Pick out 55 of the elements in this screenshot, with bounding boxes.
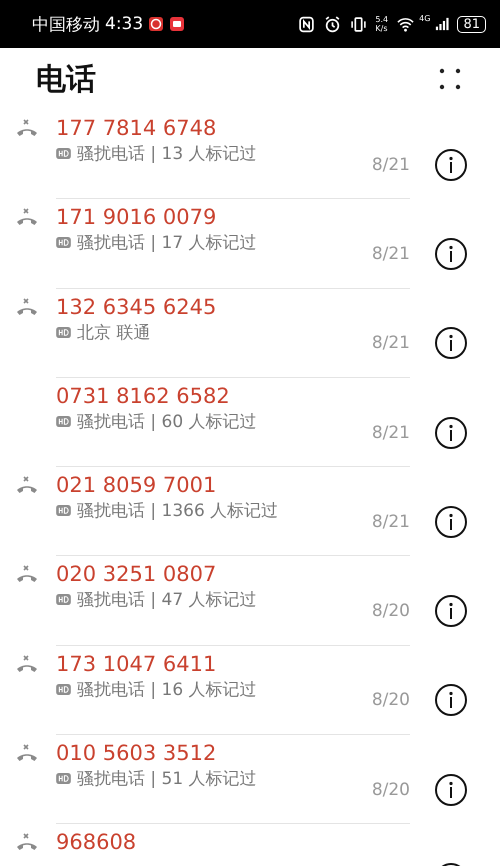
page-title: 电话 xyxy=(36,60,96,98)
clock-time: 4:33 xyxy=(105,14,144,34)
battery-level: 81 xyxy=(457,16,486,32)
call-date: 8/21 xyxy=(372,154,410,175)
phone-number: 021 8059 7001 xyxy=(56,473,218,498)
phone-number: 968608 xyxy=(56,830,138,854)
call-date: 8/21 xyxy=(372,422,410,443)
info-icon[interactable] xyxy=(434,594,468,628)
hd-icon xyxy=(56,594,71,606)
hd-icon xyxy=(56,148,71,159)
phone-number: 020 3251 0807 xyxy=(56,562,218,586)
call-detail: 骚扰电话 | 13 人标记过 xyxy=(77,143,257,165)
carrier-name: 中国移动 xyxy=(32,14,100,36)
hd-icon xyxy=(56,505,71,516)
call-date: 8/21 xyxy=(372,333,410,354)
call-detail: 骚扰电话 | 51 人标记过 xyxy=(77,768,257,790)
call-detail: 骚扰电话 | 1366 人标记过 xyxy=(77,500,278,522)
phone-number: 132 6345 6245 xyxy=(56,294,218,319)
hd-icon xyxy=(56,684,71,695)
network-speed: 5.4 K/s xyxy=(375,15,388,33)
hd-icon xyxy=(56,237,71,248)
call-date: 8/20 xyxy=(372,780,410,800)
call-detail: 骚扰电话 | 17 人标记过 xyxy=(77,232,257,254)
phone-number: 0731 8162 6582 xyxy=(56,384,231,408)
phone-number: 010 5603 3512 xyxy=(56,741,218,766)
wifi-icon xyxy=(397,16,414,32)
call-date: 8/21 xyxy=(372,512,410,532)
info-icon[interactable] xyxy=(434,236,468,271)
call-detail: 北京 联通 xyxy=(77,322,150,344)
info-icon[interactable] xyxy=(434,504,468,539)
message-notification-icon xyxy=(169,16,186,32)
call-date: 8/20 xyxy=(372,601,410,622)
call-detail: 骚扰电话 | 60 人标记过 xyxy=(77,410,257,433)
phone-number: 173 1047 6411 xyxy=(56,652,218,676)
phone-number: 177 7814 6748 xyxy=(56,116,218,140)
vibrate-icon xyxy=(350,16,368,32)
hd-icon xyxy=(56,773,71,784)
call-detail: 骚扰电话 | 16 人标记过 xyxy=(77,678,257,701)
app-notification-icon xyxy=(148,16,164,32)
call-date: 8/21 xyxy=(372,244,410,264)
hd-icon xyxy=(56,416,71,427)
info-icon[interactable] xyxy=(434,772,468,807)
call-detail: 骚扰电话 | 47 人标记过 xyxy=(77,589,257,612)
info-icon[interactable] xyxy=(434,148,468,182)
network-type: 4G xyxy=(419,14,430,23)
info-icon[interactable] xyxy=(434,326,468,360)
call-date: 8/20 xyxy=(372,690,410,710)
info-icon[interactable] xyxy=(434,683,468,718)
info-icon[interactable] xyxy=(434,416,468,450)
nfc-icon xyxy=(298,16,316,32)
hd-icon xyxy=(56,326,71,338)
more-options-icon[interactable] xyxy=(438,67,462,91)
signal-icon xyxy=(435,16,450,32)
phone-number: 171 9016 0079 xyxy=(56,205,218,230)
alarm-icon xyxy=(324,16,342,32)
